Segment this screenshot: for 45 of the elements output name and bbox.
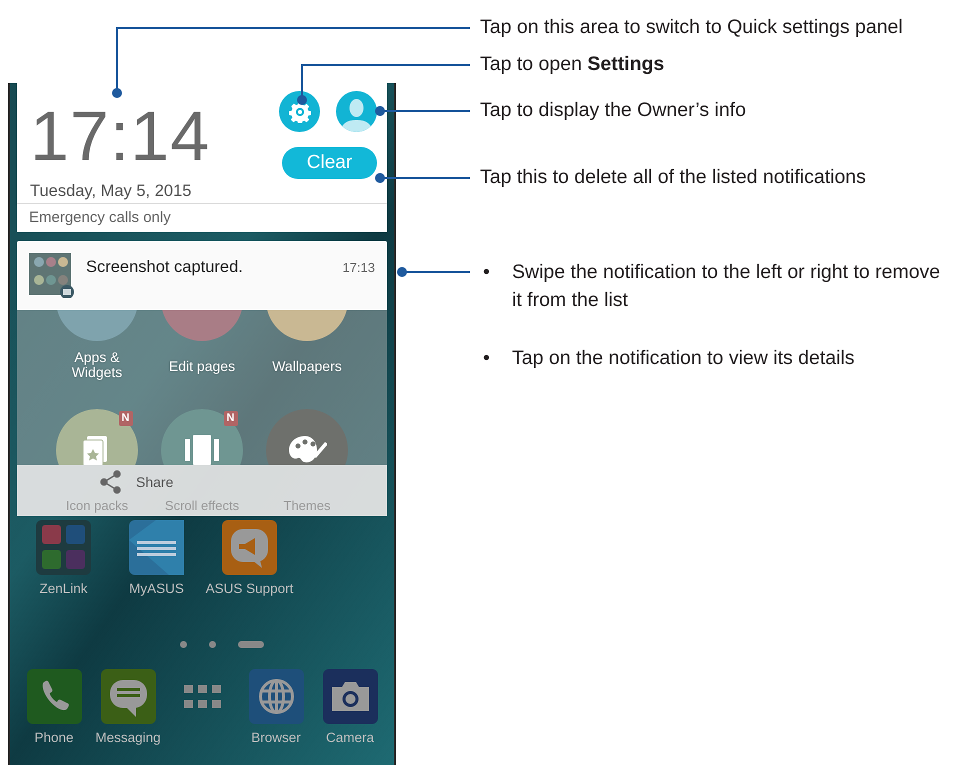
- app-label[interactable]: ZenLink: [39, 579, 88, 600]
- app-label[interactable]: MyASUS: [129, 579, 184, 600]
- avatar-icon[interactable]: [336, 91, 377, 132]
- new-badge: N: [118, 411, 132, 426]
- phone-icon[interactable]: [26, 669, 82, 724]
- clock-card[interactable]: 17:14 Tuesday, May 5, 2015 Clear: [17, 83, 387, 203]
- panels-icon: [182, 432, 222, 465]
- share-icon[interactable]: [100, 470, 122, 494]
- notification-time: 17:13: [342, 259, 375, 277]
- carrier-status: Emergency calls only: [17, 203, 387, 232]
- date-text: Tuesday, May 5, 2015: [30, 181, 192, 202]
- callout-text: Tap to open Settings: [480, 55, 664, 74]
- scroll-tile[interactable]: [161, 409, 243, 465]
- screenshot-thumbnail: [29, 253, 74, 298]
- tile-label[interactable]: Wallpapers: [267, 359, 347, 374]
- globe-icon[interactable]: [248, 669, 304, 724]
- iconpack-tile[interactable]: [56, 409, 138, 465]
- app-icon[interactable]: [129, 520, 184, 575]
- bullet-text: Swipe the notification to the left or right to remove it from the list: [512, 260, 942, 314]
- share-label: Share: [136, 472, 174, 492]
- notification-title: Screenshot captured.: [86, 257, 244, 278]
- tile-label[interactable]: Apps & Widgets: [57, 350, 137, 381]
- settings-icon[interactable]: [279, 91, 320, 132]
- folder-icon[interactable]: [36, 520, 91, 575]
- app-label[interactable]: Camera: [326, 728, 374, 748]
- bullet-marker: •: [483, 346, 491, 371]
- bullet-marker: •: [483, 260, 491, 285]
- app-label[interactable]: Phone: [34, 728, 74, 748]
- chat-bubble-icon[interactable]: [222, 520, 277, 575]
- app-label[interactable]: Messaging: [95, 728, 161, 748]
- notification-card[interactable]: Screenshot captured. 17:13: [17, 241, 387, 310]
- callout-text: Tap to display the Owner’s info: [480, 101, 746, 120]
- share-bar[interactable]: Share Icon packs Scroll effects Themes: [17, 465, 387, 516]
- new-badge: N: [224, 411, 238, 426]
- callout-text: Tap this to delete all of the listed notifications: [480, 168, 866, 188]
- app-label[interactable]: ASUS Support: [206, 579, 294, 600]
- app-label[interactable]: Browser: [251, 728, 301, 748]
- bullet-text: Tap on the notification to view its details: [512, 346, 856, 371]
- tile-label[interactable]: Edit pages: [162, 359, 242, 374]
- themes-tile[interactable]: [266, 409, 348, 465]
- clock-time: 17:14: [30, 101, 210, 171]
- callout-text: Tap on this area to switch to Quick settings panel: [480, 18, 903, 38]
- clear-button[interactable]: Clear: [282, 147, 377, 179]
- camera-icon[interactable]: [322, 669, 378, 724]
- message-icon[interactable]: [100, 669, 156, 724]
